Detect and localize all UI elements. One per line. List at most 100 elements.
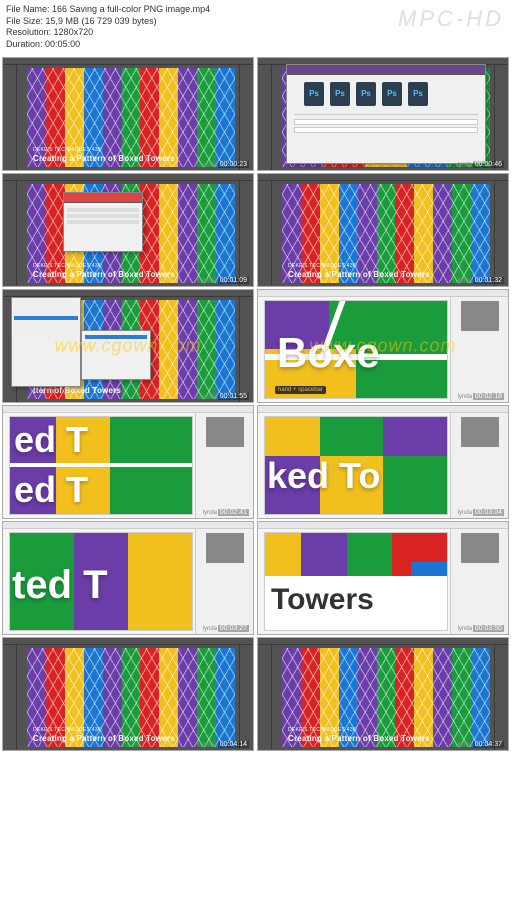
zoom-text: ed T: [14, 469, 88, 511]
thumbnail: Ps Ps Ps Ps Ps lynda 00:00:46: [257, 57, 509, 171]
ps-file-icon[interactable]: Ps: [330, 82, 350, 106]
thumbnail: Boxe hand + spacebar www.cgown.com lynda…: [257, 289, 509, 403]
resolution-value: 1280x720: [54, 27, 94, 37]
artwork: DEKE'S TECHNIQUES 436: Creating a Patter…: [282, 184, 490, 283]
file-info-header: File Name: 166 Saving a full-color PNG i…: [0, 0, 512, 55]
lynda-logo: lynda: [458, 510, 472, 516]
preview-swatch: [461, 417, 499, 447]
artwork-subtitle: DEKE'S TECHNIQUES 436:: [288, 263, 358, 269]
canvas: DEKE'S TECHNIQUES 436: Creating a Patter…: [27, 68, 235, 167]
menubar: [3, 174, 253, 181]
canvas: ked To: [264, 416, 448, 515]
filesize-value: 15,9 MB (16 729 039 bytes): [46, 16, 157, 26]
photoshop-window: Boxe hand + spacebar: [258, 290, 508, 402]
toolbox: [3, 181, 17, 286]
ps-file-icon[interactable]: Ps: [382, 82, 402, 106]
photoshop-window: DEKE'S TECHNIQUES 436: Creating a Patter…: [3, 638, 253, 750]
ps-file-icon[interactable]: Ps: [304, 82, 324, 106]
artwork: DEKE'S TECHNIQUES 436: Creating a Patter…: [27, 68, 235, 167]
photoshop-window: DEKE'S TECHNIQUES 436: Creating a Patter…: [258, 174, 508, 286]
timestamp: 00:00:46: [473, 161, 504, 168]
lynda-logo: lynda: [458, 742, 472, 748]
artwork-title: Creating a Pattern of Boxed Towers: [33, 270, 175, 279]
zoom-text: ed T: [14, 419, 88, 461]
thumbnail: ed T ed T lynda 00:02:41: [2, 405, 254, 519]
menubar: [258, 406, 508, 413]
timestamp: 00:01:55: [218, 393, 249, 400]
thumbnail: DEKE'S TECHNIQUES 436: Creating a Patter…: [257, 173, 509, 287]
lynda-logo: lynda: [458, 278, 472, 284]
filesize-label: File Size:: [6, 16, 43, 26]
timestamp: 00:00:23: [218, 161, 249, 168]
menubar: [3, 406, 253, 413]
side-panel: [450, 529, 508, 634]
thumbnail: ked To lynda 00:03:04: [257, 405, 509, 519]
photoshop-window: DEKE'S TECHNIQUES 436: Creating a Patter…: [3, 58, 253, 170]
zoom-text: ted T: [12, 563, 108, 608]
artwork-subtitle: DEKE'S TECHNIQUES 436:: [33, 727, 103, 733]
toolbox: [3, 65, 17, 170]
filename-value: 166 Saving a full-color PNG image.mp4: [52, 4, 210, 14]
canvas: Boxe hand + spacebar: [264, 300, 448, 399]
side-panel: [195, 529, 253, 634]
menubar: [3, 58, 253, 65]
zoom-text: Boxe: [277, 329, 380, 377]
lynda-logo: lynda: [458, 394, 472, 400]
photoshop-window: ted T: [3, 522, 253, 634]
panels: [239, 181, 253, 286]
ps-file-icon[interactable]: Ps: [408, 82, 428, 106]
resolution-label: Resolution:: [6, 27, 51, 37]
panels: [494, 181, 508, 286]
save-dialog[interactable]: Ps Ps Ps Ps Ps: [286, 64, 486, 164]
preview-swatch: [461, 301, 499, 331]
menubar: [3, 290, 253, 297]
artwork-title: Creating a Pattern of Boxed Towers: [288, 270, 430, 279]
photoshop-window: ttern of Boxed Towers: [3, 290, 253, 402]
menubar: [258, 638, 508, 645]
zoomed-artwork: Boxe: [265, 301, 447, 398]
menubar: [3, 638, 253, 645]
lynda-logo: lynda: [203, 278, 217, 284]
timestamp: 00:04:37: [473, 741, 504, 748]
panels: [239, 297, 253, 402]
canvas: Towers: [264, 532, 448, 631]
thumbnail: Towers lynda 00:03:50: [257, 521, 509, 635]
menubar: [258, 290, 508, 297]
menubar: [258, 174, 508, 181]
thumbnail: DEKE'S TECHNIQUES 436: Creating a Patter…: [2, 173, 254, 287]
dropdown-menu[interactable]: [11, 297, 81, 387]
duration-value: 00:05:00: [45, 39, 80, 49]
artwork-subtitle: DEKE'S TECHNIQUES 436:: [33, 147, 103, 153]
filename-label: File Name:: [6, 4, 50, 14]
photoshop-window: ked To: [258, 406, 508, 518]
lynda-logo: lynda: [203, 510, 217, 516]
toolbox: [258, 181, 272, 286]
lynda-logo: lynda: [203, 626, 217, 632]
thumbnail: DEKE'S TECHNIQUES 436: Creating a Patter…: [2, 57, 254, 171]
canvas: ted T: [9, 532, 193, 631]
ps-file-icon[interactable]: Ps: [356, 82, 376, 106]
submenu[interactable]: [81, 330, 151, 380]
timestamp: 00:02:41: [218, 509, 249, 516]
menubar: [258, 522, 508, 529]
artwork-subtitle: DEKE'S TECHNIQUES 436:: [288, 727, 358, 733]
toolbox: [258, 645, 272, 750]
artwork: DEKE'S TECHNIQUES 436: Creating a Patter…: [27, 648, 235, 747]
artwork-subtitle: DEKE'S TECHNIQUES 436:: [33, 263, 103, 269]
side-panel: [450, 413, 508, 518]
file-icons-row: Ps Ps Ps Ps Ps: [304, 82, 482, 106]
panels: [239, 65, 253, 170]
photoshop-window: Ps Ps Ps Ps Ps: [258, 58, 508, 170]
lynda-logo: lynda: [203, 742, 217, 748]
preview-swatch: [206, 417, 244, 447]
canvas: DEKE'S TECHNIQUES 436: Creating a Patter…: [27, 648, 235, 747]
lynda-logo: lynda: [458, 626, 472, 632]
zoomed-artwork: ked To: [265, 417, 447, 514]
artwork: DEKE'S TECHNIQUES 436: Creating a Patter…: [282, 648, 490, 747]
photoshop-window: DEKE'S TECHNIQUES 436: Creating a Patter…: [3, 174, 253, 286]
artwork-title-partial: ttern of Boxed Towers: [33, 386, 121, 395]
timestamp: 00:01:09: [218, 277, 249, 284]
mpc-watermark: MPC-HD: [398, 6, 504, 32]
timestamp: 00:03:50: [473, 625, 504, 632]
options-dialog[interactable]: [63, 192, 143, 252]
